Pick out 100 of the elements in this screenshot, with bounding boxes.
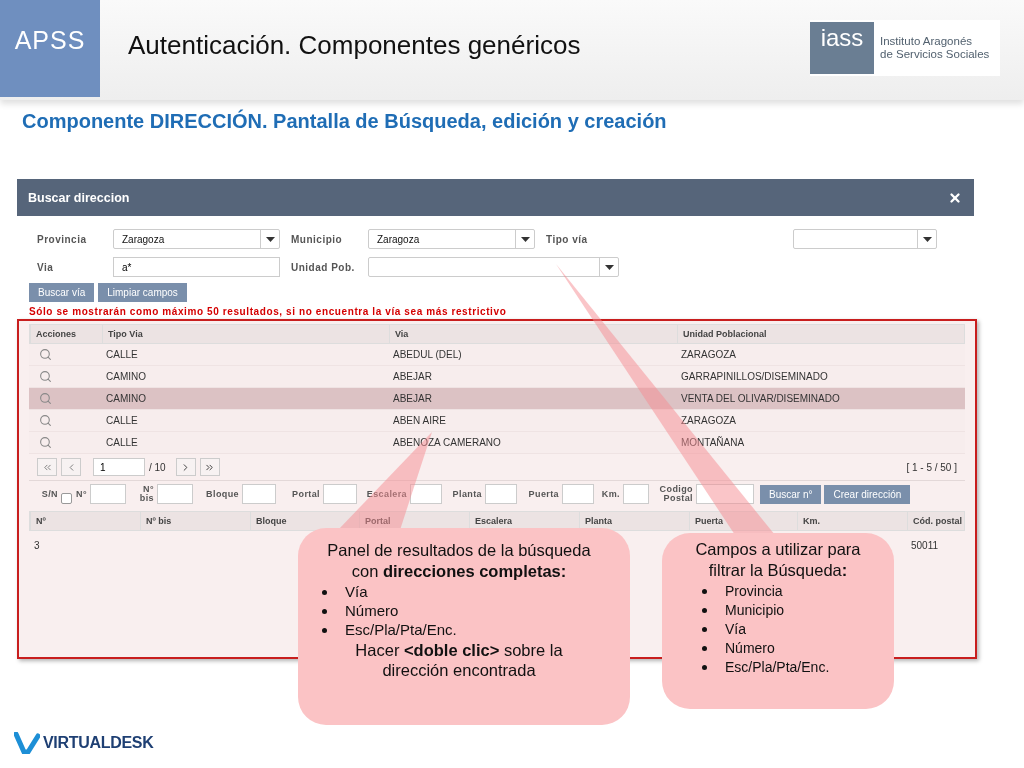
- field-label: Bloque: [205, 489, 239, 499]
- table-cell-text: ABEN AIRE: [392, 415, 447, 426]
- field-label: Puerta: [527, 489, 559, 499]
- field-label: Portal: [291, 489, 320, 499]
- column-header: Cód. postal: [907, 512, 964, 530]
- field-label: N°: [75, 489, 87, 499]
- field-label: Via: [37, 261, 55, 273]
- callout-text: Panel de resultados de la búsqueda con direcciones completas:: [326, 540, 592, 582]
- bullet-text: Número: [725, 638, 775, 658]
- result-range: [ 1 - 5 / 50 ]: [906, 461, 957, 473]
- column-header: Acciones: [30, 325, 102, 343]
- bullet-icon: [702, 664, 707, 670]
- select-field[interactable]: [368, 257, 619, 277]
- bullet-icon: [702, 589, 707, 595]
- callout-text: Campos a utilizar para filtrar la Búsqueda:: [694, 539, 862, 581]
- bullet-text: Vía: [345, 583, 368, 602]
- select-field[interactable]: Zaragoza: [113, 229, 280, 249]
- column-header: Via: [389, 325, 677, 343]
- search-icon[interactable]: [39, 392, 52, 405]
- select-field[interactable]: [793, 229, 937, 249]
- search-icon[interactable]: [39, 414, 52, 427]
- search-icon[interactable]: [39, 370, 52, 383]
- input-field[interactable]: [696, 484, 754, 504]
- table-cell-text: ABENOZA CAMERANO: [392, 437, 502, 448]
- input-field[interactable]: a*: [113, 257, 280, 277]
- input-field[interactable]: [410, 484, 442, 504]
- bullet-icon: [702, 645, 707, 651]
- input-field[interactable]: [242, 484, 276, 504]
- warning-text: Sólo se mostrarán como máximo 50 resultados, si no encuentra la vía sea más restrictivo: [29, 306, 508, 317]
- table-cell-text: 50011: [910, 540, 939, 551]
- input-field[interactable]: [623, 484, 649, 504]
- bullet-text: Número: [345, 602, 399, 621]
- caret-icon: [922, 236, 932, 242]
- column-header: Tipo Via: [102, 325, 389, 343]
- brand-name: VIRTUALDESK: [43, 734, 154, 752]
- callout-text: Hacer <doble clic> sobre la dirección encontrada: [354, 639, 564, 681]
- field-label: Municipio: [291, 233, 344, 245]
- bullet-text: Esc/Pla/Pta/Enc.: [725, 657, 830, 677]
- first-page-button[interactable]: [37, 458, 57, 476]
- table-cell-text: ABEJAR: [392, 393, 433, 404]
- bullet-text: Vía: [725, 620, 746, 639]
- bullet-icon: [322, 590, 327, 596]
- input-field[interactable]: [485, 484, 517, 504]
- table-row[interactable]: CAMINO ABEJAR VENTA DEL OLIVAR/DISEMINADO: [29, 388, 965, 410]
- caret-icon: [265, 236, 275, 242]
- page-total: / 10: [149, 461, 166, 473]
- table-cell-text: ABEJAR: [392, 371, 433, 382]
- table-cell-text: CALLE: [105, 437, 139, 448]
- slide-subtitle: Componente DIRECCIÓN. Pantalla de Búsqueda, edición y creación: [22, 110, 668, 133]
- dialog-title: Buscar direccion: [28, 190, 130, 205]
- input-field[interactable]: [562, 484, 594, 504]
- field-label: N° bis: [138, 485, 154, 503]
- table-cell-text: 3: [33, 540, 40, 551]
- page-field[interactable]: 1: [93, 458, 145, 476]
- bullet-icon: [322, 627, 327, 633]
- slide-title: Autenticación. Componentes genéricos: [128, 30, 582, 61]
- field-label: Planta: [451, 489, 482, 499]
- field-label: Tipo vía: [546, 233, 589, 245]
- table-cell-text: CALLE: [105, 415, 139, 426]
- field-label: Unidad Pob.: [291, 261, 356, 273]
- search-icon[interactable]: [39, 436, 52, 449]
- next-page-button[interactable]: [175, 458, 196, 476]
- input-field[interactable]: [323, 484, 357, 504]
- table-cell-text: ZARAGOZA: [680, 415, 737, 426]
- table-cell-text: VENTA DEL OLIVAR/DISEMINADO: [680, 393, 841, 404]
- table-cell-text: GARRAPINILLOS/DISEMINADO: [680, 371, 829, 382]
- bullet-text: Esc/Pla/Pta/Enc.: [345, 620, 457, 640]
- table-cell-text: MONTAÑANA: [680, 437, 746, 448]
- close-button[interactable]: [948, 190, 962, 205]
- select-field[interactable]: Zaragoza: [368, 229, 535, 249]
- field-label: Escalera: [365, 489, 407, 499]
- column-header: Km.: [797, 512, 907, 530]
- table-cell-text: ZARAGOZA: [680, 349, 737, 360]
- bullet-text: Provincia: [725, 582, 783, 602]
- bullet-icon: [702, 608, 707, 614]
- logo: iass Instituto Aragonés de Servicios Sociales: [810, 20, 1000, 76]
- column-header: Puerta: [689, 512, 797, 530]
- field-label: Provincia: [37, 233, 88, 245]
- bullet-icon: [322, 608, 327, 614]
- badge: APSS: [0, 0, 100, 97]
- field-label: S/N: [40, 489, 58, 499]
- bullet-text: Municipio: [725, 601, 785, 621]
- caret-icon: [604, 264, 614, 270]
- last-page-button[interactable]: [199, 458, 220, 476]
- checkbox[interactable]: [61, 492, 72, 504]
- table-cell-text: CALLE: [105, 349, 139, 360]
- search-icon[interactable]: [39, 348, 52, 361]
- input-field[interactable]: [157, 484, 193, 504]
- bullet-icon: [702, 626, 707, 632]
- column-header: Unidad Poblacional: [677, 325, 964, 343]
- v-logo-icon: [14, 732, 40, 754]
- column-header: Nº bis: [140, 512, 250, 530]
- table-cell-text: CAMINO: [105, 371, 147, 382]
- previous-page-button[interactable]: [61, 458, 81, 476]
- field-label: Codigo Postal: [658, 485, 693, 503]
- caret-icon: [520, 236, 530, 242]
- table-cell-text: CAMINO: [105, 393, 147, 404]
- input-field[interactable]: [90, 484, 126, 504]
- table-cell-text: ABEDUL (DEL): [392, 349, 463, 360]
- column-header: Nº: [30, 512, 140, 530]
